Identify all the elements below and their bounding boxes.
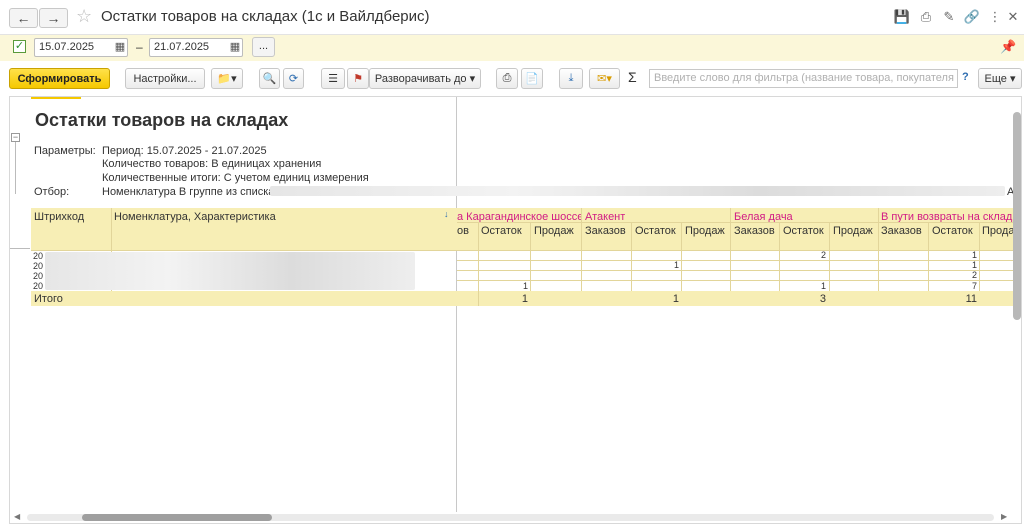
row-value: 1 — [971, 260, 977, 270]
vertical-scrollbar[interactable] — [1013, 112, 1021, 320]
print-icon[interactable]: ⎙ — [917, 8, 935, 26]
row-value: 7 — [971, 281, 977, 291]
sub-header: Прода — [982, 225, 1013, 237]
preview-icon[interactable]: ✎ — [940, 8, 958, 26]
mail-icon: ✉▾ — [597, 73, 612, 85]
filter-input[interactable]: Введите слово для фильтра (название това… — [649, 69, 958, 88]
row-barcode: 20 — [33, 281, 44, 291]
sub-header: Остаток — [932, 225, 973, 237]
forward-button[interactable]: → — [39, 8, 68, 28]
total-value: 3 — [819, 293, 826, 305]
more-vertical-icon[interactable]: ⋮ — [986, 8, 1004, 26]
download-icon: ⤓ — [568, 72, 574, 84]
more-button[interactable]: Еще ▾ — [978, 68, 1022, 89]
sub-header: Остаток — [783, 225, 824, 237]
chevron-down-icon: ▾ — [1009, 73, 1016, 85]
settings-button[interactable]: Настройки... — [125, 68, 205, 89]
grid-line — [478, 291, 479, 306]
flag-icon: ⚑ — [353, 73, 363, 85]
link-icon[interactable]: 🔗 — [963, 8, 981, 26]
total-value: 1 — [521, 293, 528, 305]
expand-to-label: Разворачивать до — [374, 72, 467, 85]
group-line — [15, 142, 16, 194]
calendar-icon[interactable]: ▦ — [112, 38, 128, 57]
scroll-right-icon[interactable]: ▶ — [1001, 512, 1007, 521]
collapse-group-icon[interactable]: − — [11, 133, 20, 142]
row-barcode: 20 — [33, 271, 44, 281]
row-value: 2 — [971, 270, 977, 280]
cell-cursor — [31, 97, 81, 99]
search-refresh-icon: ⟳ — [288, 73, 299, 85]
row-value: 2 — [820, 250, 826, 260]
pin-icon[interactable]: 📌 — [1000, 39, 1016, 55]
flag-button[interactable]: ⚑ — [347, 68, 369, 89]
preview-button[interactable]: 📄 — [521, 68, 543, 89]
preview-icon: 📄 — [525, 73, 539, 85]
calendar-icon[interactable]: ▦ — [227, 38, 243, 57]
date-separator: – — [136, 40, 143, 54]
group-line — [10, 248, 30, 249]
collapse-groups-button[interactable]: ☰ — [321, 68, 345, 89]
sub-header: Остаток — [481, 225, 522, 237]
col-item-header[interactable]: Номенклатура, Характеристика — [114, 211, 276, 223]
sort-icon[interactable]: ↓ — [444, 209, 449, 219]
sub-header: Заказов — [881, 225, 922, 237]
row-barcode: 20 — [33, 251, 44, 261]
favorite-star-icon[interactable]: ☆ — [76, 6, 92, 27]
row-barcode: 20 — [33, 261, 44, 271]
window-title: Остатки товаров на складах (1с и Вайлдбе… — [101, 8, 430, 25]
expand-to-dropdown[interactable]: Разворачивать до ▾ — [369, 68, 481, 89]
period-checkbox[interactable]: ✓ — [13, 40, 26, 53]
send-email-dropdown[interactable]: ✉▾ — [589, 68, 620, 89]
sub-header: ов — [457, 225, 469, 237]
grid-line — [457, 222, 1013, 223]
close-icon[interactable]: ✕ — [1004, 8, 1022, 26]
total-label: Итого — [34, 293, 63, 305]
row-value: 1 — [522, 281, 528, 291]
arrow-left-icon: ← — [16, 10, 31, 26]
save-icon[interactable]: 💾 — [893, 8, 911, 26]
report-title: Остатки товаров на складах — [35, 110, 289, 130]
grid-line — [31, 250, 1013, 251]
sub-header: Продаж — [833, 225, 873, 237]
row-value: 1 — [820, 281, 826, 291]
redacted-items — [45, 252, 415, 290]
sub-header: Заказов — [585, 225, 626, 237]
total-value: 11 — [965, 293, 977, 305]
sub-header: Заказов — [734, 225, 775, 237]
folder-icon: 📁▾ — [217, 73, 237, 85]
total-value: 1 — [672, 293, 679, 305]
search-button[interactable]: 🔍 — [259, 68, 280, 89]
sub-header: Продаж — [685, 225, 725, 237]
variants-dropdown[interactable]: 📁▾ — [211, 68, 243, 89]
row-value: 1 — [971, 250, 977, 260]
row-value: 1 — [673, 260, 679, 270]
param-period: Период: 15.07.2025 - 21.07.2025 — [102, 145, 267, 157]
filter-label: Отбор: — [34, 186, 70, 198]
arrow-right-icon: → — [46, 10, 61, 26]
horizontal-scrollbar-thumb[interactable] — [82, 514, 272, 521]
sum-icon[interactable]: Σ — [628, 69, 637, 85]
save-report-button[interactable]: ⤓ — [559, 68, 583, 89]
period-select-button[interactable]: ... — [252, 37, 275, 57]
generate-button[interactable]: Сформировать — [9, 68, 110, 89]
print-button[interactable]: ⎙ — [496, 68, 518, 89]
param-qty: Количество товаров: В единицах хранения — [102, 158, 322, 170]
help-icon[interactable]: ? — [962, 71, 969, 83]
scroll-left-icon[interactable]: ◀ — [14, 512, 20, 521]
more-label: Еще — [984, 72, 1007, 85]
col-barcode-header[interactable]: Штрихкод — [34, 211, 84, 223]
search-icon: 🔍 — [262, 73, 277, 85]
list-icon: ☰ — [328, 73, 338, 85]
param-qty-totals: Количественные итоги: С учетом единиц из… — [102, 172, 369, 184]
sub-header: Остаток — [635, 225, 676, 237]
redacted-filter-list — [270, 186, 1005, 196]
params-label: Параметры: — [34, 145, 96, 157]
filter-value: Номенклатура В группе из списка " — [102, 186, 282, 198]
search-next-button[interactable]: ⟳ — [283, 68, 304, 89]
back-button[interactable]: ← — [9, 8, 38, 28]
sub-header: Продаж — [534, 225, 574, 237]
print-icon: ⎙ — [502, 72, 512, 84]
chevron-down-icon: ▾ — [469, 73, 476, 85]
